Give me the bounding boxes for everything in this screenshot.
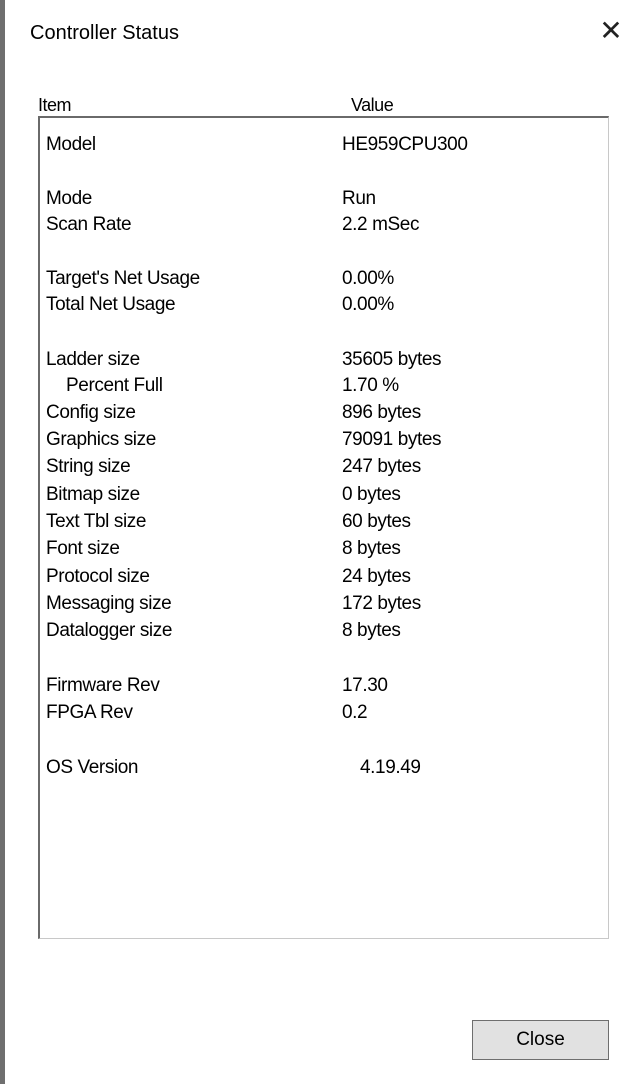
list-item-label: Model	[46, 134, 96, 155]
column-header-value[interactable]: Value	[351, 94, 394, 116]
list-item-fpga-rev[interactable]: FPGA Rev 0.2	[40, 700, 608, 726]
list-item-value: 0.2	[342, 702, 368, 723]
list-item-label: FPGA Rev	[46, 702, 133, 723]
list-item-value: 60 bytes	[342, 511, 411, 532]
list-item-value: 35605 bytes	[342, 349, 442, 370]
list-item-label: Target's Net Usage	[46, 268, 200, 289]
list-item-label: Bitmap size	[46, 484, 140, 505]
dialog-title: Controller Status	[30, 22, 179, 44]
list-item-label: Graphics size	[46, 429, 156, 450]
list-item-label: Messaging size	[46, 593, 172, 614]
list-item-string-size[interactable]: String size 247 bytes	[40, 454, 608, 480]
list-item-value: 8 bytes	[342, 620, 401, 641]
list-item-label: Total Net Usage	[46, 294, 176, 315]
close-icon[interactable]: ✕	[597, 16, 625, 46]
list-item-label: Scan Rate	[46, 214, 132, 235]
list-item-firmware-rev[interactable]: Firmware Rev 17.30	[40, 673, 608, 699]
list-item-value: 896 bytes	[342, 402, 421, 423]
controller-status-dialog: Controller Status ✕ Item Value Model HE9…	[0, 0, 636, 1084]
list-item-label: Font size	[46, 538, 120, 559]
list-item-font-size[interactable]: Font size 8 bytes	[40, 536, 608, 562]
list-item-value: 4.19.49	[360, 757, 421, 778]
list-item-label: String size	[46, 456, 131, 477]
list-item-value: 0.00%	[342, 294, 394, 315]
list-item-label: Protocol size	[46, 566, 150, 587]
status-list[interactable]: Model HE959CPU300 Mode Run Scan Rate 2.2…	[38, 116, 609, 939]
list-item-ladder-size[interactable]: Ladder size 35605 bytes	[40, 347, 608, 373]
list-item-label: Ladder size	[46, 349, 140, 370]
list-item-value: 2.2 mSec	[342, 214, 420, 235]
list-item-label: Datalogger size	[46, 620, 173, 641]
list-item-total-net-usage[interactable]: Total Net Usage 0.00%	[40, 292, 608, 318]
list-item-label: Percent Full	[66, 375, 163, 396]
list-item-model[interactable]: Model HE959CPU300	[40, 132, 608, 158]
list-item-label: Config size	[46, 402, 136, 423]
list-item-targets-net-usage[interactable]: Target's Net Usage 0.00%	[40, 266, 608, 292]
list-item-datalogger-size[interactable]: Datalogger size 8 bytes	[40, 618, 608, 644]
list-item-value: 24 bytes	[342, 566, 411, 587]
list-item-mode[interactable]: Mode Run	[40, 186, 608, 212]
list-item-text-tbl-size[interactable]: Text Tbl size 60 bytes	[40, 509, 608, 535]
list-item-value: 1.70 %	[342, 375, 399, 396]
window-left-border	[0, 0, 5, 1084]
list-item-value: 8 bytes	[342, 538, 401, 559]
list-item-messaging-size[interactable]: Messaging size 172 bytes	[40, 591, 608, 617]
list-item-label: OS Version	[46, 757, 139, 778]
list-item-value: 0.00%	[342, 268, 394, 289]
list-item-label: Text Tbl size	[46, 511, 147, 532]
list-item-percent-full[interactable]: Percent Full 1.70 %	[40, 373, 608, 399]
list-item-protocol-size[interactable]: Protocol size 24 bytes	[40, 564, 608, 590]
list-item-value: Run	[342, 188, 376, 209]
list-item-value: HE959CPU300	[342, 134, 468, 155]
list-item-value: 0 bytes	[342, 484, 401, 505]
close-button[interactable]: Close	[472, 1020, 609, 1060]
list-item-value: 247 bytes	[342, 456, 421, 477]
list-item-label: Mode	[46, 188, 92, 209]
list-item-bitmap-size[interactable]: Bitmap size 0 bytes	[40, 482, 608, 508]
list-item-os-version[interactable]: OS Version 4.19.49	[40, 755, 608, 781]
list-item-value: 17.30	[342, 675, 388, 696]
column-header-item[interactable]: Item	[38, 94, 72, 116]
list-item-graphics-size[interactable]: Graphics size 79091 bytes	[40, 427, 608, 453]
list-item-label: Firmware Rev	[46, 675, 160, 696]
list-item-value: 79091 bytes	[342, 429, 442, 450]
list-item-value: 172 bytes	[342, 593, 421, 614]
list-item-config-size[interactable]: Config size 896 bytes	[40, 400, 608, 426]
list-item-scan-rate[interactable]: Scan Rate 2.2 mSec	[40, 212, 608, 238]
